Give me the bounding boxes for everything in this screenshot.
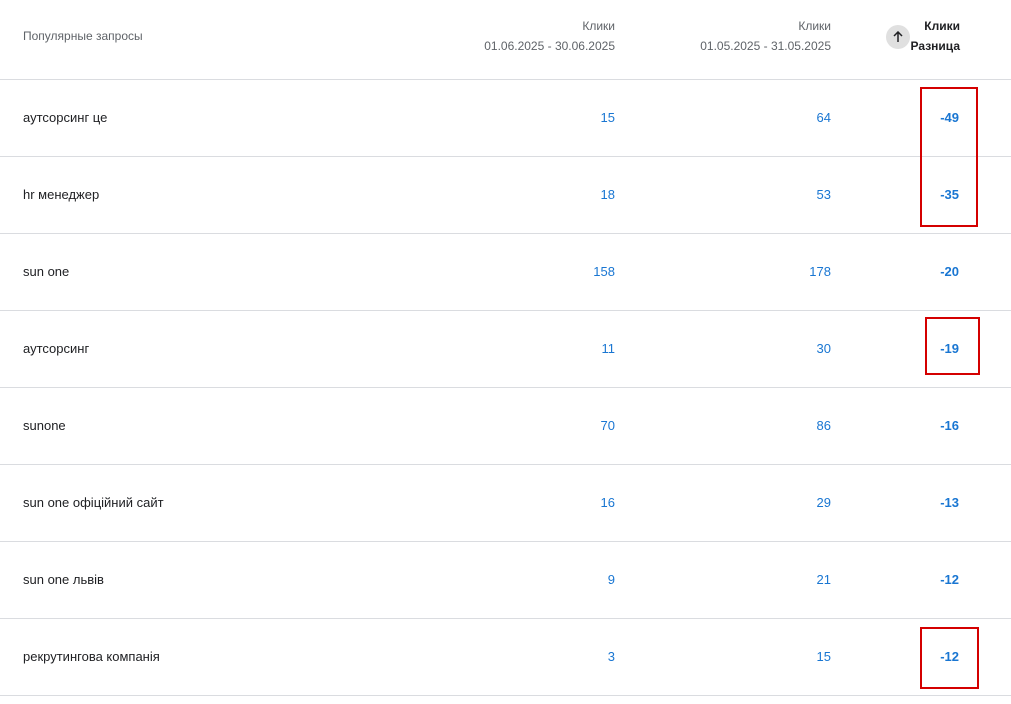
table-row[interactable]: sun one львів 9 21 -12 <box>0 542 1011 619</box>
column-header-queries[interactable]: Популярные запросы <box>23 26 143 46</box>
table-header: Популярные запросы Клики 01.06.2025 - 30… <box>0 0 1011 80</box>
query-text[interactable]: hr менеджер <box>23 157 99 233</box>
table-row[interactable]: аутсорсинг 11 30 -19 <box>0 311 1011 388</box>
clicks-previous: 21 <box>816 572 831 587</box>
clicks-difference: -13 <box>940 495 959 510</box>
column-header-clicks-difference[interactable]: Клики Разница <box>886 16 960 56</box>
query-text[interactable]: sun one офіційний сайт <box>23 465 164 541</box>
query-text[interactable]: аутсорсинг це <box>23 80 107 156</box>
column-header-metric: Клики <box>924 19 960 33</box>
highlight-box <box>920 87 978 227</box>
column-header-sub: Разница <box>910 39 960 53</box>
clicks-current: 158 <box>593 264 615 279</box>
sort-ascending-button[interactable] <box>886 25 910 49</box>
clicks-previous: 53 <box>816 187 831 202</box>
clicks-difference: -20 <box>940 264 959 279</box>
table-row[interactable]: рекрутингова компанія 3 15 -12 <box>0 619 1011 696</box>
clicks-previous: 64 <box>816 110 831 125</box>
column-header-clicks-previous[interactable]: Клики 01.05.2025 - 31.05.2025 <box>700 16 831 56</box>
highlight-box <box>925 317 980 375</box>
table-row[interactable]: sun one 158 178 -20 <box>0 234 1011 311</box>
column-header-date-range: 01.05.2025 - 31.05.2025 <box>700 39 831 53</box>
query-text[interactable]: рекрутингова компанія <box>23 619 160 695</box>
queries-table: Популярные запросы Клики 01.06.2025 - 30… <box>0 0 1011 696</box>
column-header-metric: Клики <box>798 19 831 33</box>
clicks-difference: -12 <box>940 572 959 587</box>
clicks-previous: 15 <box>816 649 831 664</box>
clicks-current: 9 <box>607 572 615 587</box>
column-header-date-range: 01.06.2025 - 30.06.2025 <box>484 39 615 53</box>
column-header-clicks-current[interactable]: Клики 01.06.2025 - 30.06.2025 <box>484 16 615 56</box>
query-text[interactable]: sunone <box>23 388 66 464</box>
query-text[interactable]: аутсорсинг <box>23 311 89 387</box>
clicks-current: 70 <box>600 418 615 433</box>
table-row[interactable]: hr менеджер 18 53 -35 <box>0 157 1011 234</box>
clicks-current: 11 <box>601 341 616 356</box>
clicks-current: 18 <box>600 187 615 202</box>
clicks-previous: 178 <box>809 264 831 279</box>
clicks-previous: 86 <box>816 418 831 433</box>
clicks-previous: 29 <box>816 495 831 510</box>
clicks-previous: 30 <box>816 341 831 356</box>
column-header-metric: Клики <box>582 19 615 33</box>
table-row[interactable]: sun one офіційний сайт 16 29 -13 <box>0 465 1011 542</box>
table-row[interactable]: sunone 70 86 -16 <box>0 388 1011 465</box>
arrow-up-icon <box>893 31 903 42</box>
table-row[interactable]: аутсорсинг це 15 64 -49 <box>0 80 1011 157</box>
query-text[interactable]: sun one львів <box>23 542 104 618</box>
clicks-current: 16 <box>600 495 615 510</box>
clicks-current: 3 <box>607 649 615 664</box>
clicks-current: 15 <box>600 110 615 125</box>
query-text[interactable]: sun one <box>23 234 69 310</box>
highlight-box <box>920 627 979 689</box>
clicks-difference: -16 <box>940 418 959 433</box>
